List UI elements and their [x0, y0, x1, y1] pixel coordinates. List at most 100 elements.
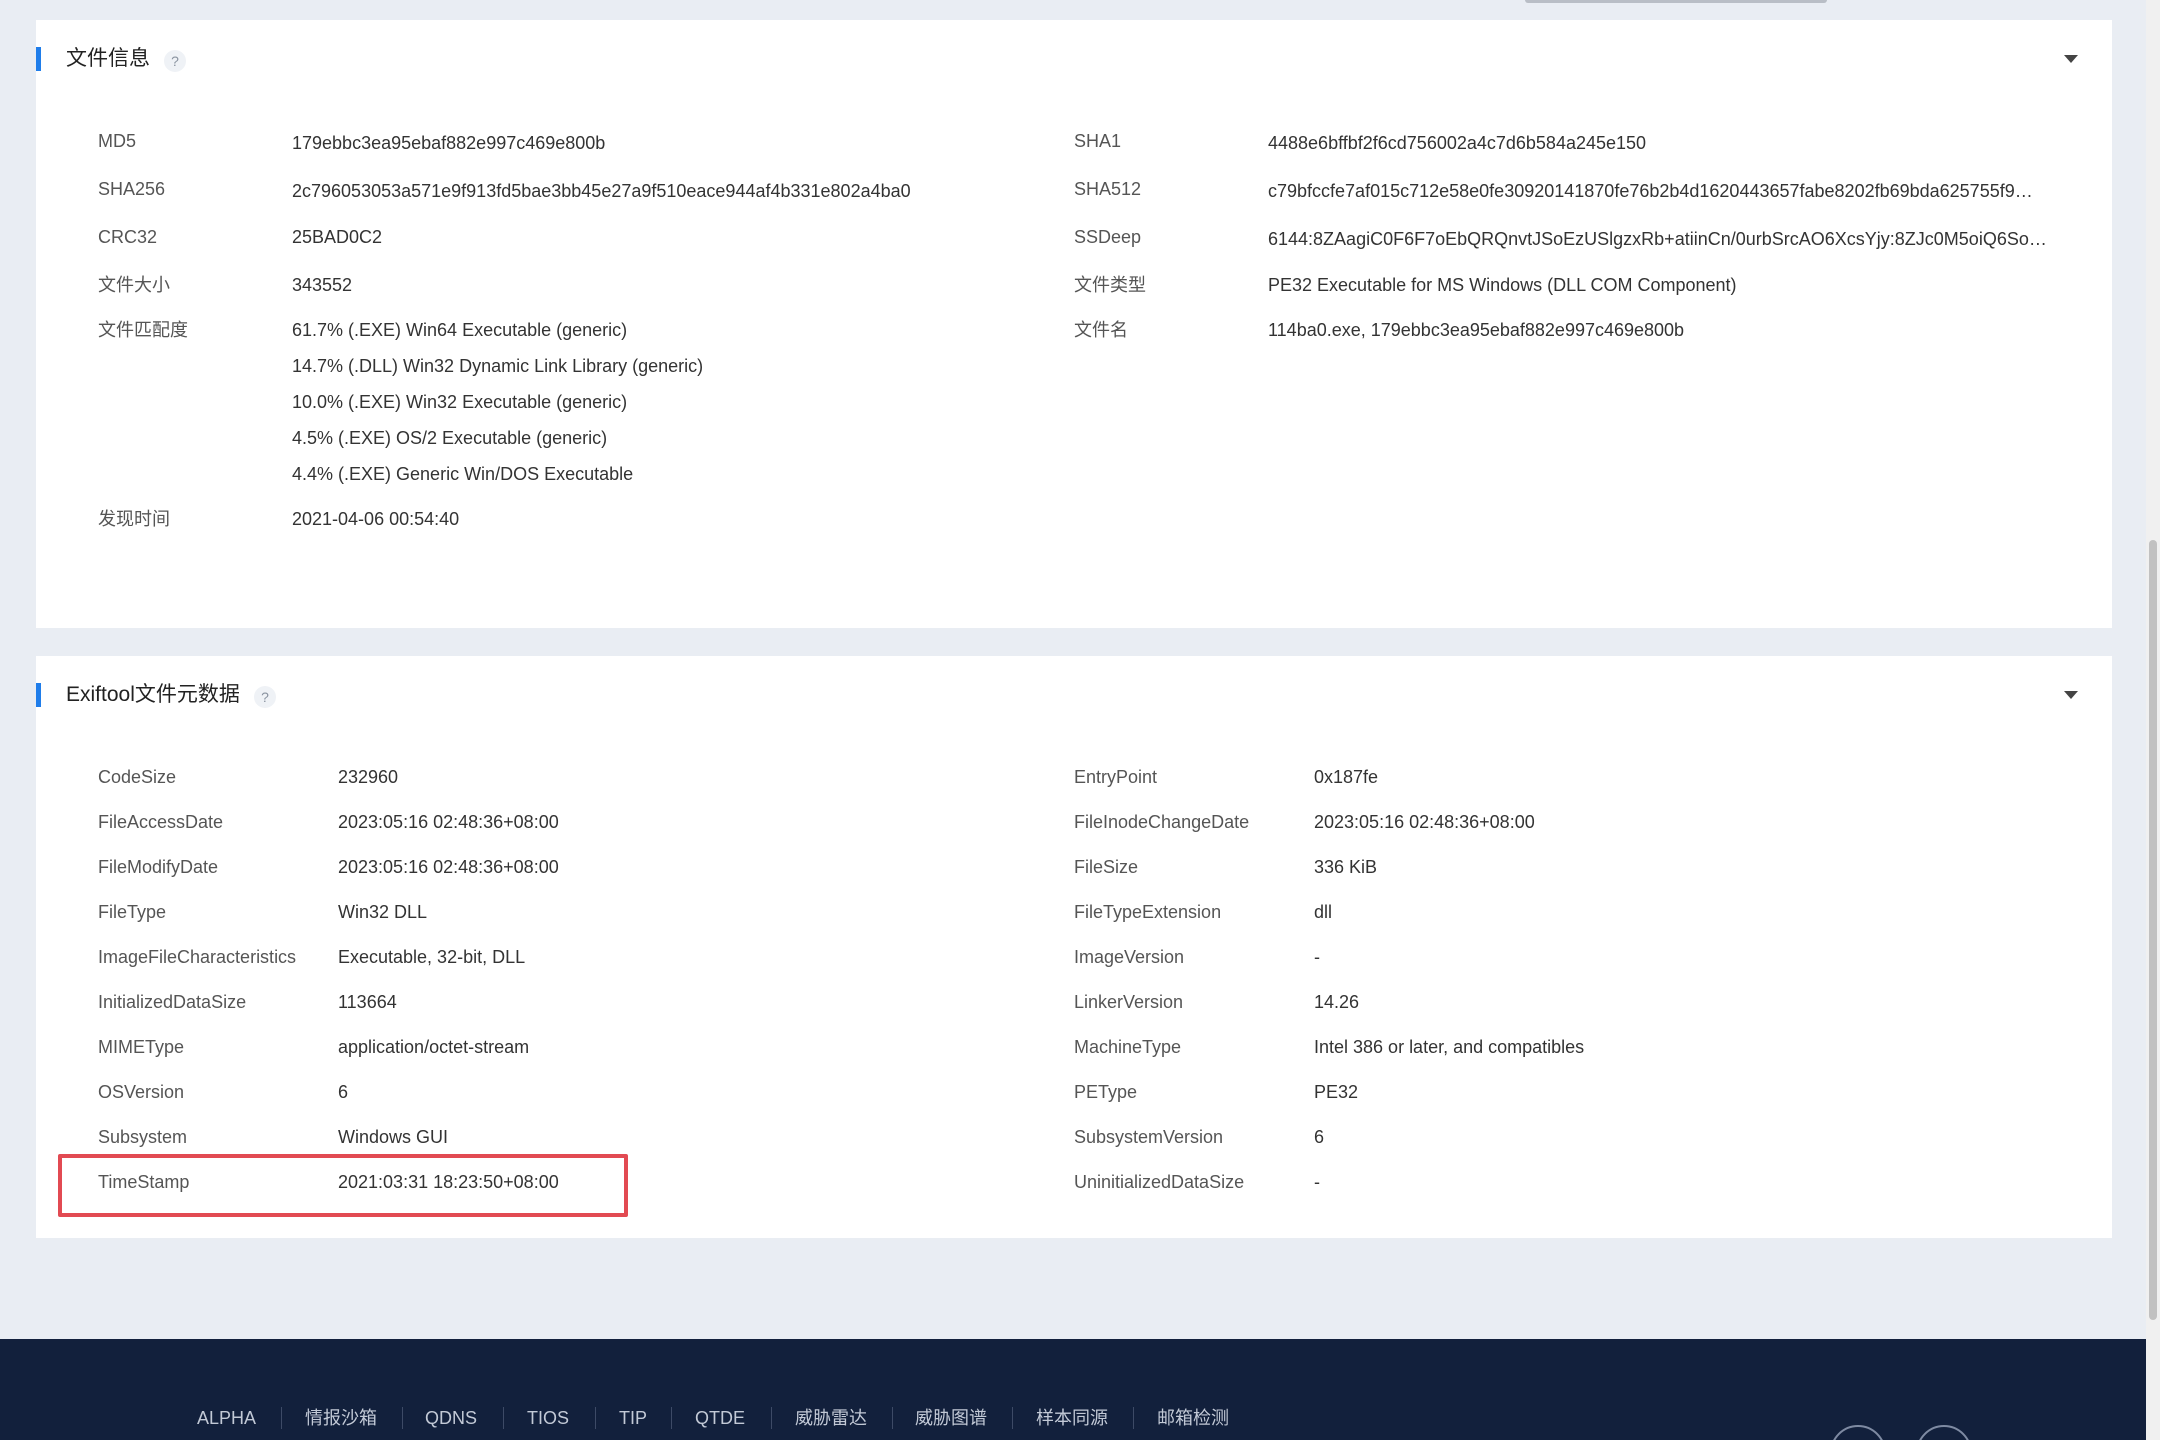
exif-label: MachineType	[1074, 1037, 1182, 1057]
footer-link-qtde[interactable]: QTDE	[695, 1406, 745, 1430]
exif-label: Subsystem	[98, 1127, 188, 1147]
sha512-value: c79bfccfe7af015c712e58e0fe30920141870fe7…	[1268, 181, 2033, 201]
exif-value: 336 KiB	[1314, 857, 1378, 877]
crc32-label: CRC32	[98, 227, 158, 247]
file-type-label: 文件类型	[1074, 275, 1146, 295]
file-match-value: 61.7% (.EXE) Win64 Executable (generic)	[292, 320, 628, 340]
footer-link-sample-homology[interactable]: 样本同源	[1036, 1406, 1108, 1430]
footer-link-email-detection[interactable]: 邮箱检测	[1157, 1406, 1229, 1430]
exif-label: FileModifyDate	[98, 857, 219, 877]
footer-link-alpha[interactable]: ALPHA	[197, 1406, 256, 1430]
timestamp-highlight-box	[58, 1154, 628, 1217]
exif-label: PEType	[1074, 1082, 1138, 1102]
exif-label: OSVersion	[98, 1082, 185, 1102]
sha256-label: SHA256	[98, 179, 166, 199]
exif-label: ImageVersion	[1074, 947, 1185, 967]
file-info-title: 文件信息	[66, 47, 150, 70]
help-icon[interactable]: ?	[164, 50, 186, 72]
exif-label: CodeSize	[98, 767, 177, 787]
crc32-value: 25BAD0C2	[292, 227, 383, 247]
file-match-value: 14.7% (.DLL) Win32 Dynamic Link Library …	[292, 356, 704, 376]
collapse-caret-icon[interactable]	[2064, 55, 2078, 63]
footer-link-threat-graph[interactable]: 威胁图谱	[915, 1406, 987, 1430]
sha1-label: SHA1	[1074, 131, 1122, 151]
file-match-value: 4.5% (.EXE) OS/2 Executable (generic)	[292, 428, 608, 448]
exif-label: SubsystemVersion	[1074, 1127, 1224, 1147]
collapse-caret-icon[interactable]	[2064, 691, 2078, 699]
discovered-time-label: 发现时间	[98, 509, 170, 529]
footer-link-sandbox[interactable]: 情报沙箱	[305, 1406, 377, 1430]
file-size-value: 343552	[292, 275, 353, 295]
exif-value: 14.26	[1314, 992, 1360, 1012]
exif-label: LinkerVersion	[1074, 992, 1184, 1012]
sha1-value: 4488e6bffbf2f6cd756002a4c7d6b584a245e150	[1268, 133, 1647, 153]
ssdeep-value: 6144:8ZAagiC0F6F7oEbQRQnvtJSoEzUSlgzxRb+…	[1268, 229, 2047, 249]
footer-link-threat-radar[interactable]: 威胁雷达	[795, 1406, 867, 1430]
exif-value: 0x187fe	[1314, 767, 1379, 787]
exif-label: EntryPoint	[1074, 767, 1158, 787]
help-icon[interactable]: ?	[254, 686, 276, 708]
footer-link-qdns[interactable]: QDNS	[425, 1406, 477, 1430]
exiftool-header[interactable]: Exiftool文件元数据 ?	[36, 656, 2112, 736]
footer-divider	[595, 1407, 596, 1429]
exif-value: -	[1314, 1172, 1320, 1192]
exif-value: Win32 DLL	[338, 902, 428, 922]
top-shadow	[1525, 0, 1827, 3]
exif-value: 2023:05:16 02:48:36+08:00	[1314, 812, 1535, 832]
footer-social-icon[interactable]	[1830, 1425, 1886, 1440]
exif-label: FileAccessDate	[98, 812, 224, 832]
exif-value: Windows GUI	[338, 1127, 449, 1147]
exif-label: FileSize	[1074, 857, 1139, 877]
file-match-value: 4.4% (.EXE) Generic Win/DOS Executable	[292, 464, 634, 484]
file-info-card: 文件信息 ? MD5 179ebbc3ea95ebaf882e997c469e8…	[36, 20, 2112, 628]
exif-label: FileType	[98, 902, 167, 922]
exif-label: ImageFileCharacteristics	[98, 947, 297, 967]
exiftool-title: Exiftool文件元数据	[66, 683, 240, 706]
file-name-value: 114ba0.exe, 179ebbc3ea95ebaf882e997c469e…	[1268, 320, 1685, 340]
exif-value: 232960	[338, 767, 399, 787]
accent-bar	[36, 47, 41, 71]
footer-divider	[1012, 1407, 1013, 1429]
footer-divider	[503, 1407, 504, 1429]
file-size-label: 文件大小	[98, 275, 170, 295]
footer-divider	[771, 1407, 772, 1429]
exif-value: PE32	[1314, 1082, 1359, 1102]
ssdeep-label: SSDeep	[1074, 227, 1142, 247]
footer-link-tios[interactable]: TIOS	[527, 1406, 569, 1430]
exif-value: -	[1314, 947, 1320, 967]
exif-value: Intel 386 or later, and compatibles	[1314, 1037, 1585, 1057]
scrollbar-thumb[interactable]	[2149, 540, 2157, 1320]
footer-divider	[671, 1407, 672, 1429]
sha256-value: 2c796053053a571e9f913fd5bae3bb45e27a9f51…	[292, 181, 911, 201]
file-type-value: PE32 Executable for MS Windows (DLL COM …	[1268, 275, 1737, 295]
footer-link-tip[interactable]: TIP	[619, 1406, 647, 1430]
footer-divider	[1133, 1407, 1134, 1429]
footer-divider	[281, 1407, 282, 1429]
exif-value: application/octet-stream	[338, 1037, 530, 1057]
md5-value: 179ebbc3ea95ebaf882e997c469e800b	[292, 133, 606, 153]
file-match-label: 文件匹配度	[98, 320, 188, 340]
exif-value: 2023:05:16 02:48:36+08:00	[338, 812, 559, 832]
exif-value: Executable, 32-bit, DLL	[338, 947, 526, 967]
discovered-time-value: 2021-04-06 00:54:40	[292, 509, 460, 529]
accent-bar	[36, 683, 41, 707]
file-match-value: 10.0% (.EXE) Win32 Executable (generic)	[292, 392, 628, 412]
exiftool-card: Exiftool文件元数据 ? CodeSize 232960 FileAcce…	[36, 656, 2112, 1238]
exif-label: FileInodeChangeDate	[1074, 812, 1250, 832]
file-info-header[interactable]: 文件信息 ?	[36, 20, 2112, 100]
exif-label: UninitializedDataSize	[1074, 1172, 1245, 1192]
file-name-label: 文件名	[1074, 320, 1128, 340]
exif-value: dll	[1314, 902, 1333, 922]
sha512-label: SHA512	[1074, 179, 1142, 199]
exif-value: 6	[1314, 1127, 1325, 1147]
site-footer: ALPHA 情报沙箱 QDNS TIOS TIP QTDE 威胁雷达 威胁图谱 …	[0, 1339, 2146, 1440]
footer-divider	[402, 1407, 403, 1429]
footer-social-icon[interactable]	[1916, 1425, 1972, 1440]
exif-value: 113664	[338, 992, 397, 1012]
exif-label: InitializedDataSize	[98, 992, 247, 1012]
md5-label: MD5	[98, 131, 137, 151]
footer-divider	[892, 1407, 893, 1429]
exif-value: 6	[338, 1082, 349, 1102]
exif-label: MIMEType	[98, 1037, 185, 1057]
exif-label: FileTypeExtension	[1074, 902, 1222, 922]
